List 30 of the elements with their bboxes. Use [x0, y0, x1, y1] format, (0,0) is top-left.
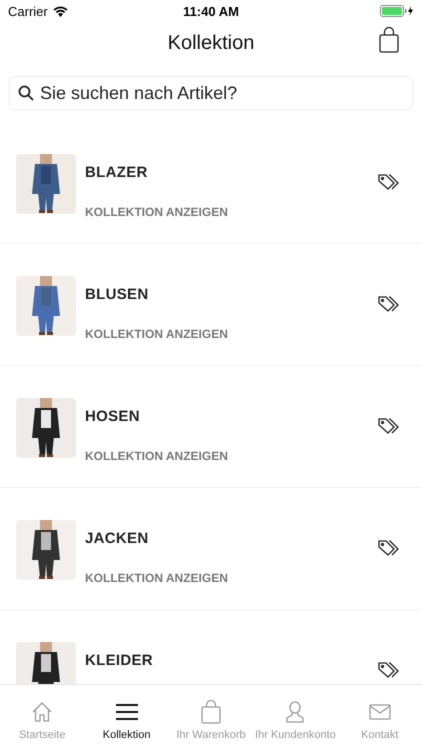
- page-title: Kollektion: [168, 32, 254, 54]
- tab-bar-item[interactable]: Ihr Warenkorb: [168, 685, 254, 750]
- wifi-icon: [52, 6, 68, 16]
- bag-icon: [201, 700, 222, 724]
- tags-icon[interactable]: [378, 296, 400, 314]
- search-icon: [18, 85, 34, 101]
- tab-bar-item[interactable]: Kollektion: [84, 685, 169, 750]
- view-collection-link[interactable]: KOLLEKTION ANZEIGEN: [85, 205, 369, 219]
- bag-icon[interactable]: [379, 27, 399, 53]
- tags-icon[interactable]: [378, 540, 400, 558]
- tags-icon[interactable]: [378, 174, 400, 192]
- category-title: KLEIDER: [85, 652, 154, 669]
- category-title: BLAZER: [85, 164, 149, 181]
- view-collection-link[interactable]: KOLLEKTION ANZEIGEN: [85, 449, 369, 463]
- view-collection-link[interactable]: KOLLEKTION ANZEIGEN: [85, 327, 369, 341]
- home-icon: [31, 700, 54, 724]
- category-title: BLUSEN: [85, 286, 150, 303]
- tab-bar-item[interactable]: Startseite: [0, 685, 84, 750]
- clock-time: 11:40 AM: [183, 4, 239, 18]
- tags-icon[interactable]: [378, 662, 400, 680]
- category-title: HOSEN: [85, 408, 141, 425]
- tab-bar-item[interactable]: Kontakt: [338, 685, 422, 750]
- tab-bar-item[interactable]: Ihr Kundenkonto: [253, 685, 338, 750]
- category-title: JACKEN: [85, 530, 150, 547]
- carrier-label: Carrier: [8, 4, 48, 18]
- battery-icon: [380, 5, 414, 17]
- search-field[interactable]: Sie suchen nach Artikel?: [9, 76, 413, 110]
- view-collection-link[interactable]: KOLLEKTION ANZEIGEN: [85, 571, 369, 585]
- tags-icon[interactable]: [378, 418, 400, 436]
- person-icon: [286, 700, 304, 724]
